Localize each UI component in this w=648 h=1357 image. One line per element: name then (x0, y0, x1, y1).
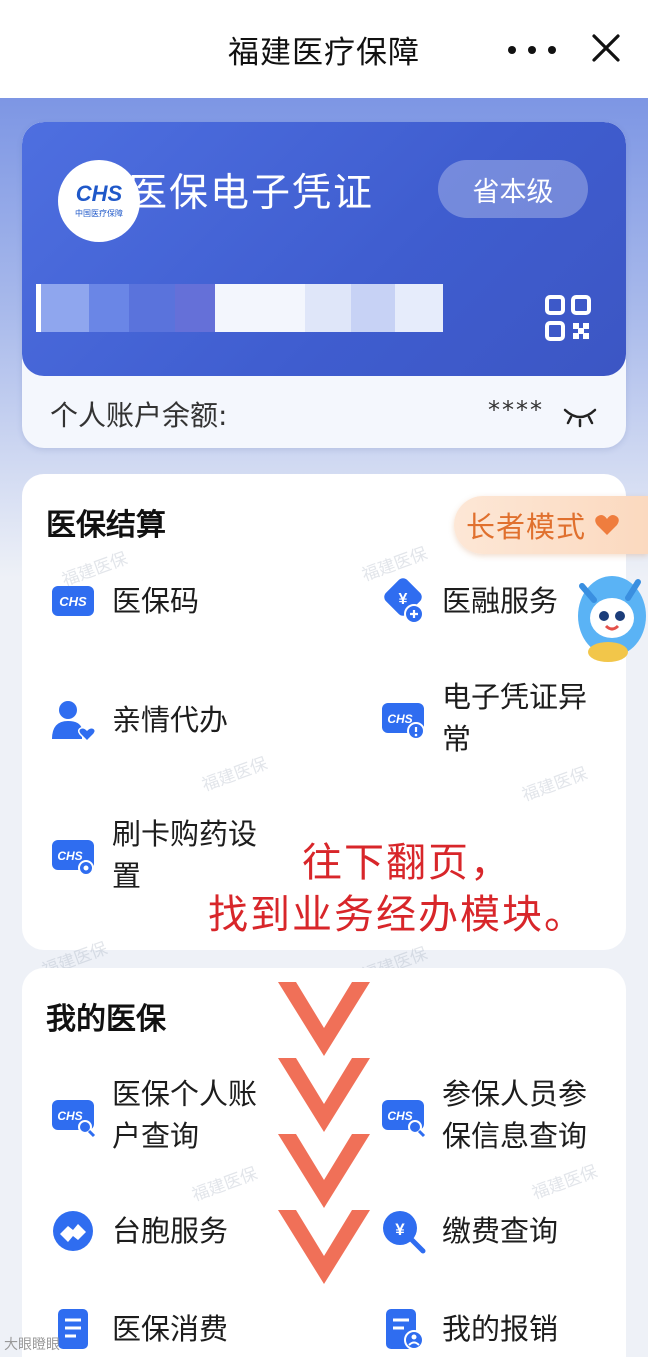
service-item-reimbursement[interactable]: 我的报销 (380, 1306, 602, 1352)
title-bar: 福建医疗保障 (0, 0, 648, 98)
service-item-label: 我的报销 (442, 1312, 559, 1346)
svg-text:CHS: CHS (57, 849, 82, 863)
service-item-payment-query[interactable]: ¥ 缴费查询 (380, 1208, 602, 1254)
annotation-line-2: 找到业务经办模块。 (208, 892, 586, 938)
account-search-icon: CHS (52, 1100, 96, 1138)
svg-text:CHS: CHS (387, 1109, 412, 1123)
reimbursement-icon (386, 1309, 424, 1350)
svg-text:CHS: CHS (57, 1109, 82, 1123)
voucher-alert-icon: CHS (382, 703, 425, 740)
voucher-title: 医保电子凭证 (128, 171, 375, 216)
card-purchase-settings-icon: CHS (52, 840, 94, 876)
eye-closed-icon[interactable] (562, 406, 598, 428)
service-item-label: 缴费查询 (442, 1214, 559, 1248)
close-icon[interactable] (584, 26, 628, 70)
service-item-insured-info-query[interactable]: CHS 参保人员参保信息查询 (380, 1073, 602, 1157)
service-item-label: 参保人员参保信息查询 (442, 1077, 588, 1153)
service-item-label: 医保码 (112, 584, 200, 618)
source-watermark: 大眼瞪眼 (4, 1337, 60, 1353)
page-title: 福建医疗保障 (228, 34, 420, 71)
svg-text:CHS: CHS (387, 712, 412, 726)
chs-code-icon: CHS (52, 586, 94, 616)
service-item-label: 亲情代办 (112, 703, 229, 737)
service-item-label: 电子凭证异常 (442, 680, 588, 756)
payment-search-icon: ¥ (383, 1211, 426, 1254)
service-item-family-proxy[interactable]: 亲情代办 (50, 697, 272, 743)
elder-mode-label: 长者模式 (466, 510, 587, 544)
service-item-consumption[interactable]: 医保消费 (50, 1306, 272, 1352)
balance-value: **** (488, 396, 544, 424)
service-item-label: 医保个人账户查询 (112, 1077, 258, 1153)
masked-card-number (36, 284, 448, 332)
insured-info-search-icon: CHS (382, 1100, 426, 1138)
service-item-voucher-alert[interactable]: CHS 电子凭证异常 (380, 676, 602, 760)
down-chevron-icon (278, 1210, 370, 1284)
family-proxy-icon (52, 701, 96, 743)
more-horizontal-icon[interactable] (508, 30, 556, 70)
my-insurance-title: 我的医保 (46, 1002, 166, 1037)
svg-text:CHS: CHS (59, 594, 87, 609)
service-item-label: 医保消费 (112, 1312, 229, 1346)
voucher-card-face[interactable]: CHS 中国医疗保障 医保电子凭证 省本级 (22, 122, 626, 376)
balance-label: 个人账户余额: (50, 399, 228, 432)
medical-voucher-card[interactable]: CHS 中国医疗保障 医保电子凭证 省本级 个人账户余额: **** (22, 122, 626, 448)
compatriot-service-icon (53, 1211, 93, 1251)
level-badge[interactable]: 省本级 (438, 160, 588, 218)
service-item-label: 台胞服务 (112, 1214, 229, 1248)
settlement-title: 医保结算 (46, 508, 166, 543)
svg-text:¥: ¥ (399, 591, 408, 608)
heart-icon (595, 515, 619, 535)
service-item-chs-code[interactable]: CHS 医保码 (50, 578, 272, 624)
qr-code-icon[interactable] (544, 294, 592, 342)
annotation-line-1: 往下翻页， (302, 840, 512, 886)
service-item-compatriot-service[interactable]: 台胞服务 (50, 1208, 272, 1254)
svg-text:¥: ¥ (395, 1220, 405, 1239)
finance-service-icon: ¥ (384, 578, 424, 624)
service-item-account-query[interactable]: CHS 医保个人账户查询 (50, 1073, 272, 1157)
elder-mode-button[interactable]: 长者模式 (454, 496, 648, 554)
mascot-icon[interactable] (568, 566, 648, 666)
